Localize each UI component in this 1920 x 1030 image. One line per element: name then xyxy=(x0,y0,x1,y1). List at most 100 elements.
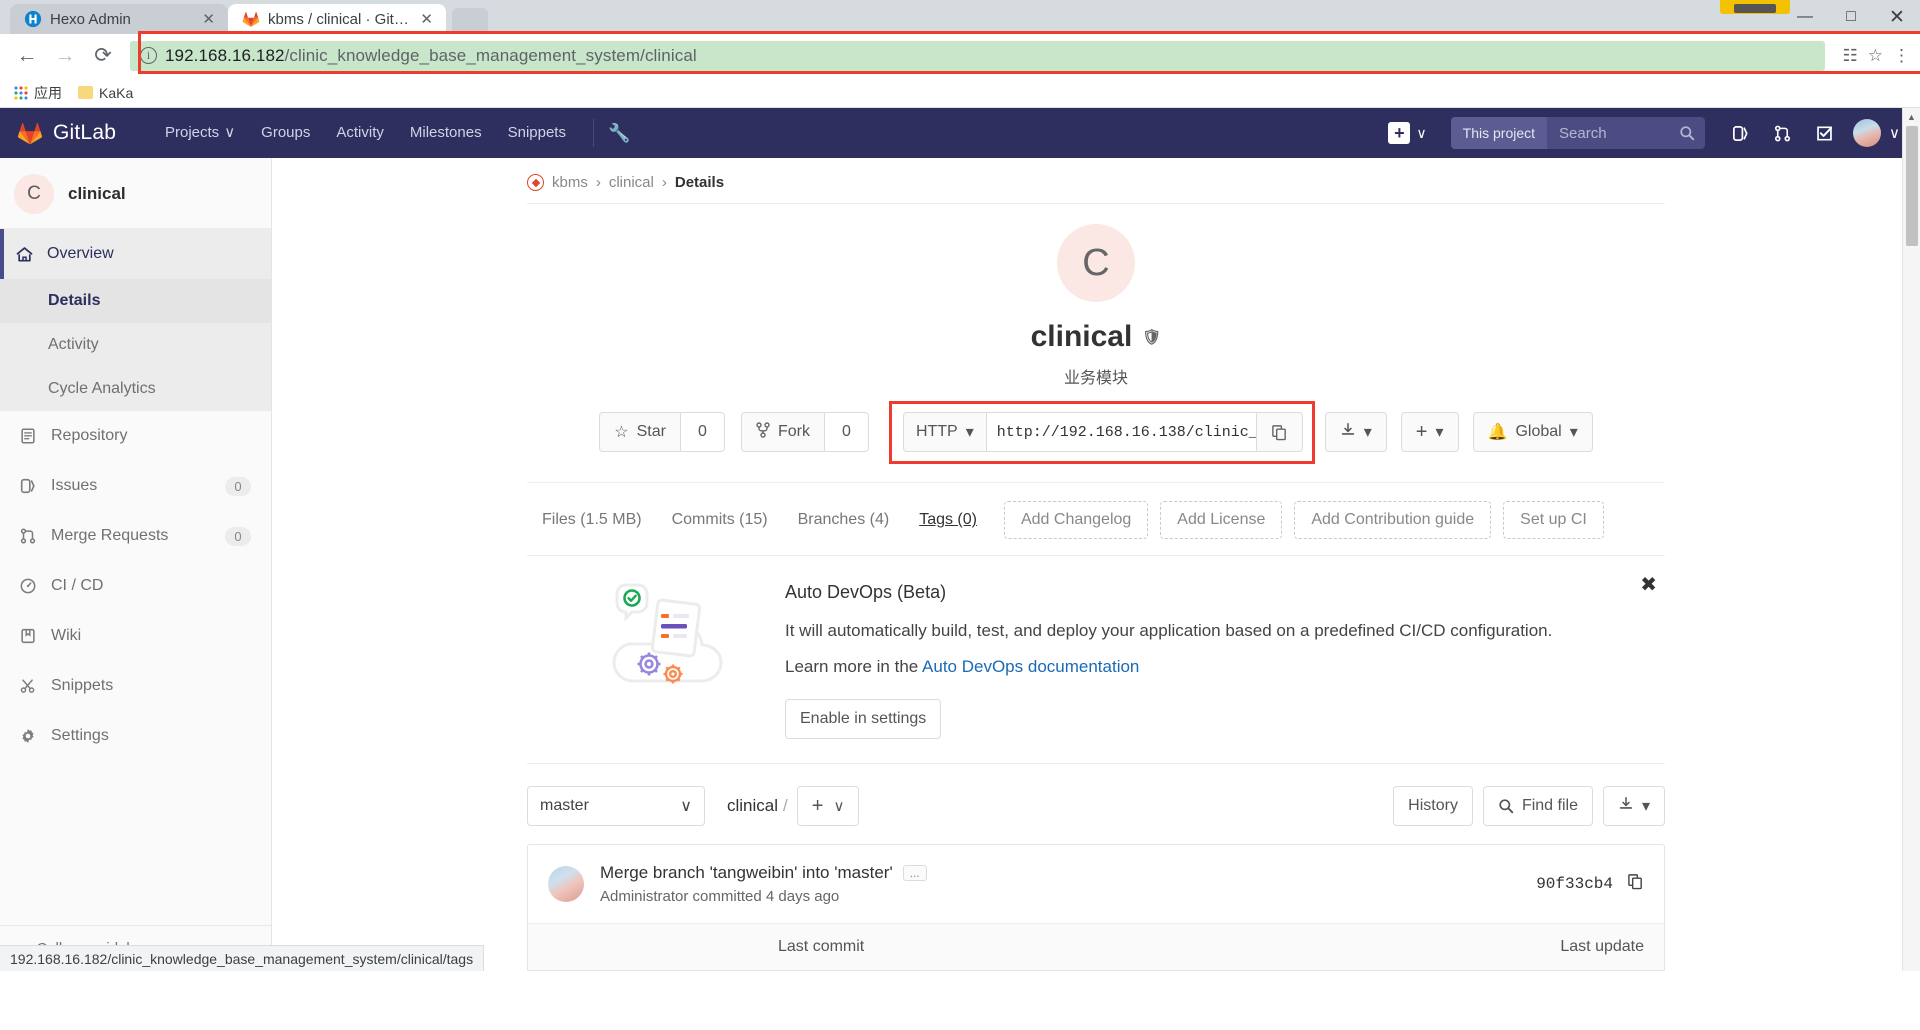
browser-tab-gitlab[interactable]: kbms / clinical · GitLab ✕ xyxy=(228,4,446,34)
url-host: 192.168.16.182 xyxy=(165,45,285,65)
search-input[interactable]: Search xyxy=(1547,125,1705,142)
path-root[interactable]: clinical xyxy=(727,796,778,815)
reload-button[interactable]: ⟳ xyxy=(86,39,120,73)
nav-item-groups[interactable]: Groups xyxy=(248,108,323,158)
download-source-button[interactable]: ▾ xyxy=(1324,412,1387,452)
copy-icon[interactable] xyxy=(1256,412,1303,452)
commit-sha-group: 90f33cb4 xyxy=(1536,873,1644,895)
clone-protocol-label: HTTP xyxy=(915,423,958,440)
user-avatar[interactable] xyxy=(1853,119,1882,147)
nav-item-snippets[interactable]: Snippets xyxy=(495,108,579,158)
sidebar-item-wiki[interactable]: Wiki xyxy=(0,611,271,661)
url-text: 192.168.16.182/clinic_knowledge_base_man… xyxy=(165,46,697,66)
issues-icon[interactable] xyxy=(1721,114,1759,152)
commit-message-link[interactable]: Merge branch 'tangweibin' into 'master' xyxy=(600,863,893,883)
add-to-tree-button[interactable]: + ∨ xyxy=(796,786,860,826)
forward-button[interactable]: → xyxy=(48,39,82,73)
bookmark-label: 应用 xyxy=(34,84,62,101)
nav-item-projects[interactable]: Projects ∨ xyxy=(152,108,248,158)
fork-button[interactable]: Fork xyxy=(740,412,825,452)
search-scope-label[interactable]: This project xyxy=(1450,117,1548,149)
clone-url-input[interactable]: http://192.168.16.138/clinic_kno xyxy=(986,412,1257,452)
find-file-button[interactable]: Find file xyxy=(1482,786,1593,826)
stat-branches[interactable]: Branches (4) xyxy=(783,511,905,529)
close-window-button[interactable]: ✕ xyxy=(1874,0,1920,34)
nav-item-milestones[interactable]: Milestones xyxy=(397,108,495,158)
browser-tab-hexo-admin[interactable]: Hexo Admin ✕ xyxy=(10,4,228,34)
star-count[interactable]: 0 xyxy=(680,412,725,452)
new-dropdown-button[interactable]: + ∨ xyxy=(1380,122,1434,144)
sidebar-item-label: Wiki xyxy=(51,627,82,644)
bookmark-star-icon[interactable]: ☆ xyxy=(1868,46,1883,66)
close-icon[interactable]: ✕ xyxy=(199,10,218,28)
sidebar-item-overview[interactable]: Overview xyxy=(0,229,271,279)
site-info-icon[interactable]: i xyxy=(140,47,157,64)
page-scrollbar[interactable]: ▲ xyxy=(1902,108,1920,971)
add-license-button[interactable]: Add License xyxy=(1160,501,1283,539)
auto-devops-doc-link[interactable]: Auto DevOps documentation xyxy=(922,657,1139,676)
back-button[interactable]: ← xyxy=(10,39,44,73)
commit-author-avatar[interactable] xyxy=(548,866,584,902)
translate-icon[interactable]: ☷ xyxy=(1843,46,1858,66)
sidebar-item-cycle-analytics[interactable]: Cycle Analytics xyxy=(0,367,271,411)
close-icon[interactable]: ✖ xyxy=(1640,572,1657,597)
copy-icon[interactable] xyxy=(1627,873,1644,895)
window-badge xyxy=(1720,0,1790,14)
stat-commits[interactable]: Commits (15) xyxy=(657,511,783,529)
commit-info: Merge branch 'tangweibin' into 'master' … xyxy=(600,863,927,905)
bookmark-kaka[interactable]: KaKa xyxy=(78,85,133,101)
clone-url-group: HTTP ▾ http://192.168.16.138/clinic_kno xyxy=(888,401,1315,464)
sidebar-item-issues[interactable]: Issues 0 xyxy=(0,461,271,511)
breadcrumb-current: Details xyxy=(674,174,725,191)
sidebar-item-merge-requests[interactable]: Merge Requests 0 xyxy=(0,511,271,561)
maximize-button[interactable]: □ xyxy=(1828,0,1874,34)
gitlab-logo[interactable]: GitLab xyxy=(16,120,134,146)
history-button[interactable]: History xyxy=(1393,786,1473,826)
chevron-down-icon: ∨ xyxy=(1416,124,1427,141)
scroll-up-icon[interactable]: ▲ xyxy=(1903,108,1920,126)
auto-devops-banner: ✖ Auto DevOps (Beta) It will automatical… xyxy=(527,555,1665,763)
sidebar-item-ci-cd[interactable]: CI / CD xyxy=(0,561,271,611)
sidebar-project-header[interactable]: C clinical xyxy=(0,158,271,229)
sidebar-item-details[interactable]: Details xyxy=(0,279,271,323)
sidebar-item-activity[interactable]: Activity xyxy=(0,323,271,367)
hexo-icon xyxy=(24,10,42,28)
download-button[interactable]: ▾ xyxy=(1602,786,1665,826)
sidebar-item-snippets[interactable]: Snippets xyxy=(0,661,271,711)
minimize-button[interactable]: — xyxy=(1782,0,1828,34)
star-button[interactable]: ☆ Star xyxy=(599,412,681,452)
add-new-button[interactable]: + ▾ xyxy=(1400,412,1459,452)
address-bar[interactable]: i 192.168.16.182/clinic_knowledge_base_m… xyxy=(130,30,1920,74)
notification-setting-button[interactable]: 🔔 Global ▾ xyxy=(1472,412,1593,452)
clone-protocol-dropdown[interactable]: HTTP ▾ xyxy=(902,412,987,452)
add-changelog-button[interactable]: Add Changelog xyxy=(1003,501,1149,539)
browser-menu-icon[interactable]: ⋮ xyxy=(1893,46,1910,66)
stat-files[interactable]: Files (1.5 MB) xyxy=(527,511,657,529)
set-up-ci-button[interactable]: Set up CI xyxy=(1503,501,1604,539)
scrollbar-thumb[interactable] xyxy=(1906,126,1918,246)
bookmark-apps[interactable]: 应用 xyxy=(14,83,62,103)
todos-icon[interactable] xyxy=(1805,114,1843,152)
rocket-icon xyxy=(18,577,38,595)
merge-requests-icon[interactable] xyxy=(1763,114,1801,152)
sidebar-item-repository[interactable]: Repository xyxy=(0,411,271,461)
fork-count[interactable]: 0 xyxy=(824,412,869,452)
files-toolbar-right: History Find file ▾ xyxy=(1393,786,1665,826)
stat-tags[interactable]: Tags (0) xyxy=(904,511,992,529)
nav-divider xyxy=(592,119,594,147)
new-tab-button[interactable] xyxy=(452,8,488,34)
breadcrumb-group[interactable]: kbms xyxy=(552,174,588,191)
nav-item-activity[interactable]: Activity xyxy=(323,108,397,158)
sidebar-item-settings[interactable]: Settings xyxy=(0,711,271,761)
add-contribution-guide-button[interactable]: Add Contribution guide xyxy=(1294,501,1492,539)
expand-commit-button[interactable]: ... xyxy=(902,865,927,881)
commit-sha[interactable]: 90f33cb4 xyxy=(1536,875,1613,893)
search-box[interactable]: This project Search xyxy=(1450,117,1706,149)
wrench-icon[interactable]: 🔧 xyxy=(608,123,630,144)
branch-selector[interactable]: master ∨ xyxy=(527,786,705,826)
enable-in-settings-button[interactable]: Enable in settings xyxy=(785,699,942,739)
close-icon[interactable]: ✕ xyxy=(417,10,436,28)
commit-author[interactable]: Administrator xyxy=(600,888,688,905)
breadcrumb-project[interactable]: clinical xyxy=(609,174,654,191)
download-icon xyxy=(1618,796,1634,817)
